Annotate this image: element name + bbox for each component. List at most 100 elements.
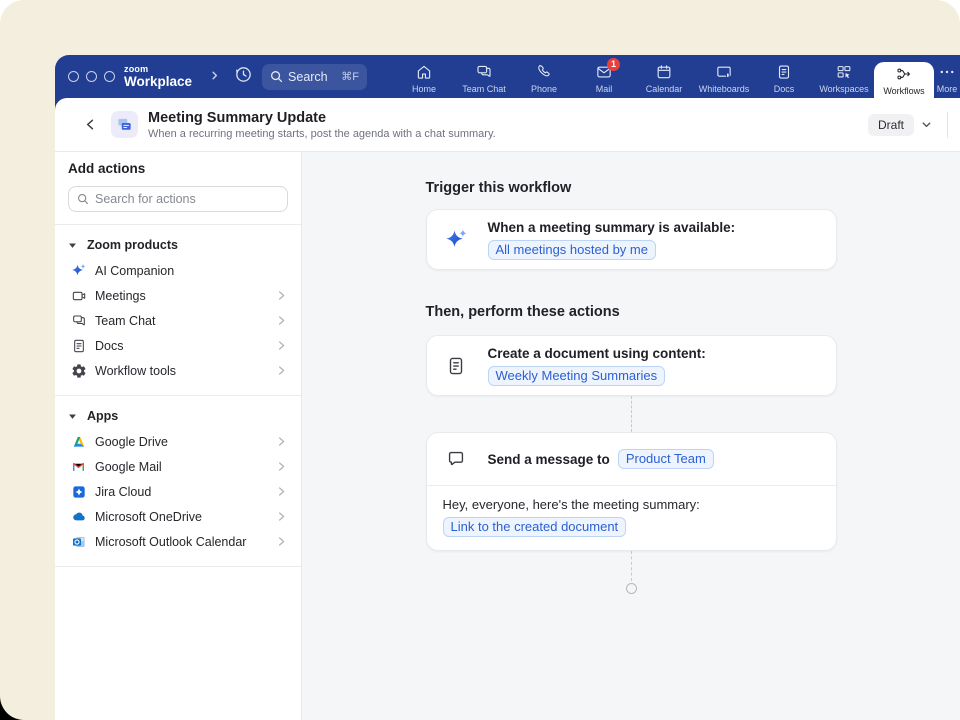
nav-item-workspaces[interactable]: Workspaces xyxy=(814,55,874,98)
item-label: Google Mail xyxy=(95,460,162,474)
nav-item-docs[interactable]: Docs xyxy=(754,55,814,98)
nav-item-home[interactable]: Home xyxy=(394,55,454,98)
workflow-icon xyxy=(111,111,138,138)
google-drive-icon xyxy=(70,433,87,450)
action-title: Send a message to xyxy=(488,451,610,468)
trigger-card[interactable]: When a meeting summary is available: All… xyxy=(426,209,837,270)
action-card-create-document[interactable]: Create a document using content: Weekly … xyxy=(426,335,837,396)
item-label: Workflow tools xyxy=(95,364,176,378)
nav-label: Home xyxy=(412,84,436,94)
history-icon[interactable] xyxy=(234,65,253,89)
chevron-right-icon xyxy=(275,314,288,327)
sidebar-item-google-mail[interactable]: Google Mail xyxy=(55,454,301,479)
workflow-page: Meeting Summary Update When a recurring … xyxy=(55,98,960,720)
sidebar-item-google-drive[interactable]: Google Drive xyxy=(55,429,301,454)
message-chip[interactable]: Link to the created document xyxy=(443,517,627,537)
nav-item-calendar[interactable]: Calendar xyxy=(634,55,694,98)
sidebar-section-apps[interactable]: Apps xyxy=(55,403,301,429)
item-label: Docs xyxy=(95,339,123,353)
nav-label: Docs xyxy=(774,84,795,94)
nav-label: Workspaces xyxy=(819,84,868,94)
sidebar-item-team-chat[interactable]: Team Chat xyxy=(55,308,301,333)
actions-heading: Then, perform these actions xyxy=(426,303,837,321)
trigger-heading: Trigger this workflow xyxy=(426,179,837,197)
sidebar-item-microsoft-onedrive[interactable]: Microsoft OneDrive xyxy=(55,504,301,529)
trigger-chip[interactable]: All meetings hosted by me xyxy=(488,240,656,260)
caret-down-icon xyxy=(68,412,77,421)
mail-icon: 1 xyxy=(595,63,613,81)
nav-item-more[interactable]: More xyxy=(934,55,960,98)
page-title: Meeting Summary Update xyxy=(148,110,496,126)
sidebar-item-microsoft-outlook-calendar[interactable]: Microsoft Outlook Calendar xyxy=(55,529,301,554)
item-label: Microsoft Outlook Calendar xyxy=(95,535,246,549)
window-close-button[interactable] xyxy=(68,71,79,82)
action-card-send-message[interactable]: Send a message to Product Team Hey, ever… xyxy=(426,432,837,551)
search-icon xyxy=(77,193,89,205)
sidebar-item-workflow-tools[interactable]: Workflow tools xyxy=(55,358,301,383)
actions-search-placeholder: Search for actions xyxy=(95,192,196,206)
section-label: Zoom products xyxy=(87,238,178,252)
sidebar-title: Add actions xyxy=(68,161,288,176)
logo-workplace-text: Workplace xyxy=(124,75,192,89)
nav-item-workflows[interactable]: Workflows xyxy=(874,62,934,98)
nav-item-team-chat[interactable]: Team Chat xyxy=(454,55,514,98)
chevron-right-icon xyxy=(275,485,288,498)
whiteboards-icon xyxy=(715,63,733,81)
chevron-right-icon xyxy=(275,339,288,352)
ai-companion-icon xyxy=(70,262,87,279)
window-controls[interactable] xyxy=(68,71,115,82)
nav-tabs: Home Team ChatPhone 1 Mail Calendar Whiteboar… xyxy=(394,55,960,98)
sidebar-item-meetings[interactable]: Meetings xyxy=(55,283,301,308)
sidebar-item-jira-cloud[interactable]: Jira Cloud xyxy=(55,479,301,504)
item-label: Microsoft OneDrive xyxy=(95,510,202,524)
chevron-right-icon xyxy=(275,460,288,473)
chat-icon xyxy=(443,448,469,470)
status-badge[interactable]: Draft xyxy=(868,114,914,136)
back-button[interactable] xyxy=(79,114,101,136)
sidebar-expand-chevron-icon[interactable] xyxy=(209,68,220,86)
logo-zoom-text: zoom xyxy=(124,65,192,74)
window-minimize-button[interactable] xyxy=(86,71,97,82)
home-icon xyxy=(415,63,433,81)
connector-line xyxy=(631,551,632,581)
workspaces-icon xyxy=(835,63,853,81)
recipient-chip[interactable]: Product Team xyxy=(618,449,714,469)
top-navbar: zoom Workplace Search ⌘F Home Team ChatPh… xyxy=(55,55,960,98)
item-label: Google Drive xyxy=(95,435,168,449)
nav-label: Mail xyxy=(596,84,613,94)
chevron-right-icon xyxy=(275,535,288,548)
actions-search-input[interactable]: Search for actions xyxy=(68,186,288,212)
nav-label: Workflows xyxy=(883,86,924,96)
docs-icon xyxy=(70,337,87,354)
status-chevron-down-icon[interactable] xyxy=(920,118,933,131)
workflow-tools-icon xyxy=(70,362,87,379)
outlook-calendar-icon xyxy=(70,533,87,550)
page-subtitle: When a recurring meeting starts, post th… xyxy=(148,128,496,140)
ai-sparkle-icon xyxy=(443,225,469,254)
phone-icon xyxy=(536,63,553,81)
more-icon xyxy=(938,63,956,81)
nav-label: More xyxy=(937,84,958,94)
workflow-end-node xyxy=(626,583,637,594)
section-label: Apps xyxy=(87,409,118,423)
google-mail-icon xyxy=(70,458,87,475)
nav-item-phone[interactable]: Phone xyxy=(514,55,574,98)
window-maximize-button[interactable] xyxy=(104,71,115,82)
header-divider xyxy=(947,112,948,138)
sidebar-item-docs[interactable]: Docs xyxy=(55,333,301,358)
nav-item-whiteboards[interactable]: Whiteboards xyxy=(694,55,754,98)
message-text: Hey, everyone, here's the meeting summar… xyxy=(443,497,820,513)
sidebar-section-zoom-products[interactable]: Zoom products xyxy=(55,232,301,258)
nav-label: Calendar xyxy=(646,84,683,94)
action-chip[interactable]: Weekly Meeting Summaries xyxy=(488,366,666,386)
action-title: Create a document using content: xyxy=(488,345,706,362)
item-label: Meetings xyxy=(95,289,146,303)
sidebar-item-ai-companion[interactable]: AI Companion xyxy=(55,258,301,283)
workflows-icon xyxy=(895,65,913,83)
workflow-canvas: Trigger this workflow When a meeting sum… xyxy=(302,152,960,720)
global-search-input[interactable]: Search ⌘F xyxy=(262,64,367,90)
nav-item-mail[interactable]: 1 Mail xyxy=(574,55,634,98)
actions-sidebar: Add actions Search for actions Zoom prod… xyxy=(55,152,302,720)
chevron-right-icon xyxy=(275,435,288,448)
app-window: zoom Workplace Search ⌘F HomeTeam ChatPh… xyxy=(55,55,960,720)
